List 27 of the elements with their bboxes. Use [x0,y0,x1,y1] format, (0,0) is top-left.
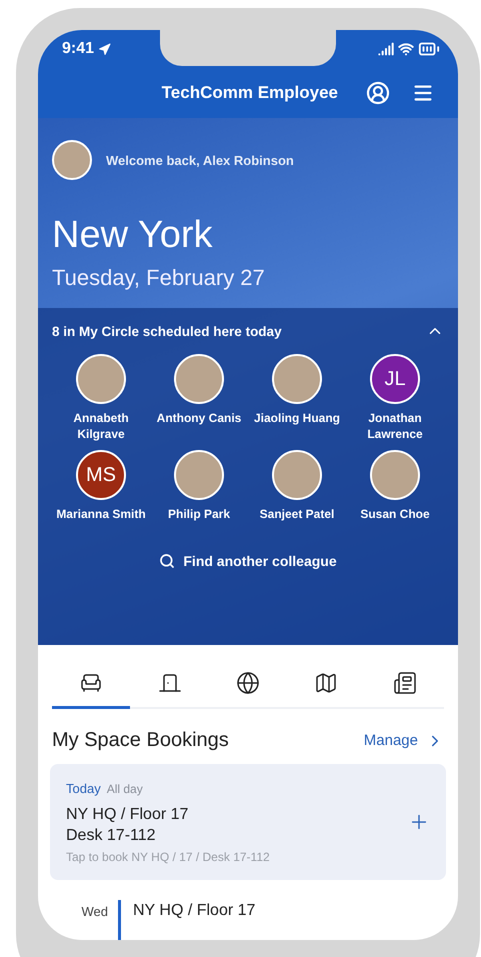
manage-link[interactable]: Manage [364,732,444,750]
person-name: Annabeth Kilgrave [72,410,130,442]
booking-card[interactable]: Today All day NY HQ / Floor 17 Desk 17-112 Tap to book NY HQ / 17 / Desk 17-112 [50,764,446,880]
booking-day: Today [66,781,101,796]
person-name: Susan Choe [359,506,431,523]
person-name: Sanjeet Patel [258,506,336,523]
booking-desk: Desk 17-112 [66,826,157,846]
welcome-text: Welcome back, Alex Robinson [106,152,294,168]
person-name: Anthony Canis [156,410,242,427]
initials-avatar[interactable]: MS [76,450,126,500]
person-name: Philip Park [166,506,232,523]
find-colleague-button[interactable]: Find another colleague [153,552,343,570]
status-time: 9:41 [62,40,112,58]
booking-location: NY HQ / Floor 17 [133,902,256,919]
city-name: New York [52,214,214,257]
circle-title: 8 in My Circle scheduled here today [52,324,282,338]
section-title: My Space Bookings [52,729,229,752]
booking-hint: Tap to book NY HQ / 17 / Desk 17-112 [66,850,270,864]
person-name: Jonathan Lawrence [366,410,424,442]
booking-weekday: Wed [80,903,108,921]
initials-avatar[interactable]: JL [370,354,420,404]
person-name: Jiaoling Huang [252,410,341,427]
booking-location: NY HQ / Floor 17 [66,805,190,825]
person-name: Marianna Smith [55,506,147,523]
booking-time: All day [106,782,143,796]
date-text: Tuesday, February 27 [52,265,266,291]
app-title: TechComm Employee [162,83,338,103]
